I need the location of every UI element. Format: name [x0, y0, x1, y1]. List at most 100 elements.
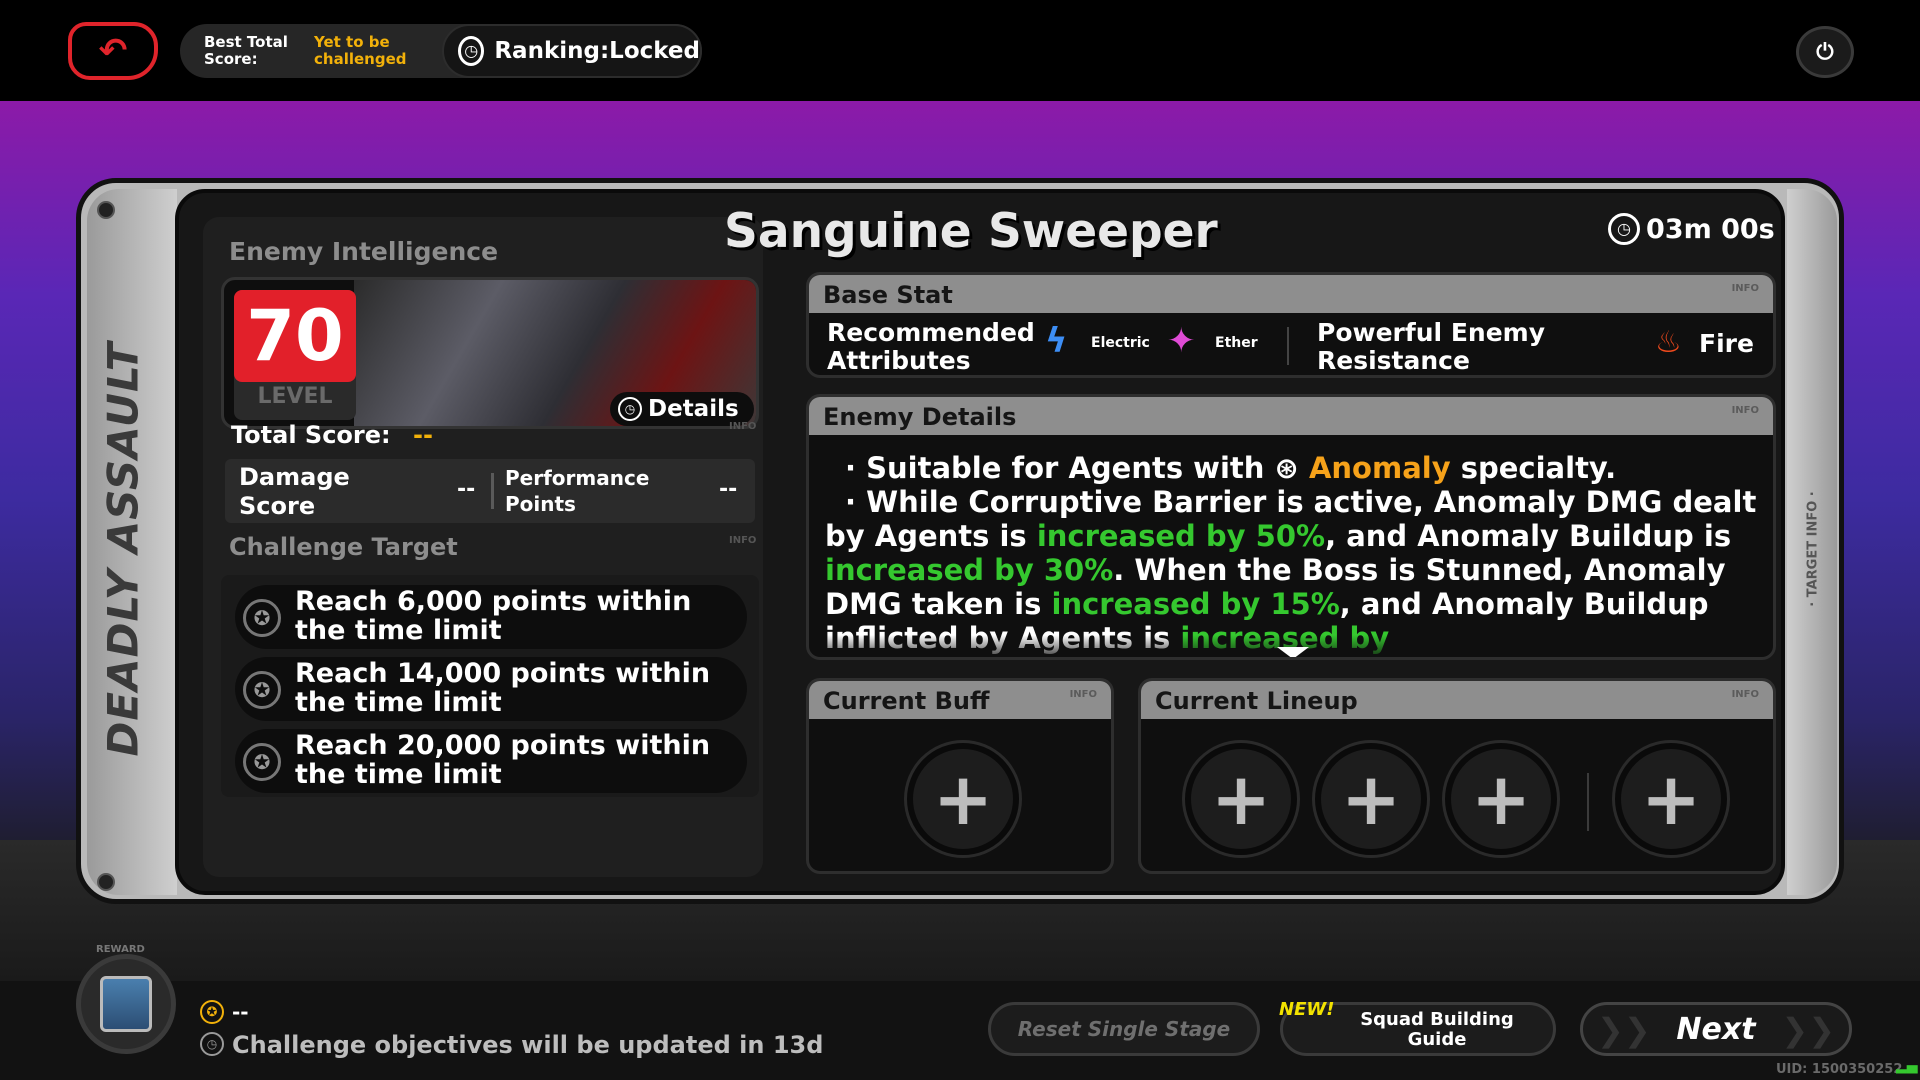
total-score-value: -- — [413, 421, 433, 449]
resistance-fire: Fire — [1699, 329, 1754, 358]
info-tag: INFO — [729, 535, 757, 546]
scroll-down-icon[interactable] — [1277, 647, 1309, 657]
performance-points-label: Performance Points — [505, 466, 650, 516]
challenge-target-item: ✪ Reach 20,000 points within the time li… — [235, 729, 747, 793]
reward-box-icon — [100, 976, 152, 1032]
level-number: 70 — [234, 290, 356, 382]
divider — [491, 473, 494, 509]
attribute-ether: Ether — [1215, 335, 1258, 351]
info-tag: INFO — [1731, 405, 1759, 416]
score-breakdown: Damage Score -- Performance Points -- — [225, 459, 755, 523]
time-limit: ◷ 03m 00s — [1608, 213, 1775, 245]
coin-icon: ✪ — [200, 1000, 224, 1024]
reset-single-stage-button[interactable]: Reset Single Stage — [988, 1002, 1260, 1056]
current-buff-panel: Current Buff INFO + — [806, 678, 1114, 874]
back-button[interactable]: ↶ — [68, 22, 158, 80]
detail-highlight: increased by 30% — [825, 553, 1114, 587]
star-medal-icon: ✪ — [243, 743, 281, 781]
reset-label: Reset Single Stage — [1017, 1017, 1231, 1041]
ranking-label: Ranking:Locked — [494, 38, 700, 64]
chevron-right-icon: ❯❯ — [1597, 1011, 1651, 1049]
current-buff-title: Current Buff — [823, 687, 990, 715]
divider — [1587, 773, 1589, 831]
challenge-target-item: ✪ Reach 14,000 points within the time li… — [235, 657, 747, 721]
detail-text-segment: Suitable for Agents with — [866, 451, 1265, 485]
update-notice-text: Challenge objectives will be updated in — [232, 1031, 765, 1059]
chevron-right-icon: ❯❯ — [1781, 1011, 1835, 1049]
bullet-icon: · — [845, 451, 857, 485]
best-total-score-value: Yet to be challenged — [314, 33, 407, 68]
enemy-intelligence-title: Enemy Intelligence — [229, 237, 499, 266]
current-lineup-header: Current Lineup INFO — [1141, 681, 1773, 719]
ranking-button[interactable]: ◷ Ranking:Locked — [442, 24, 702, 78]
damage-score-label: Damage Score — [239, 463, 350, 520]
clock-icon: ◷ — [200, 1032, 224, 1056]
timer-value: 03m 00s — [1646, 213, 1775, 245]
card-right-rail: · TARGET INFO · — [1787, 189, 1837, 895]
enemy-details-header: Enemy Details INFO — [809, 397, 1773, 435]
next-button[interactable]: ❯❯ Next ❯❯ — [1580, 1002, 1852, 1056]
challenge-target-text: Reach 20,000 points within the time limi… — [295, 730, 711, 790]
add-agent-slot-1[interactable]: + — [1185, 743, 1297, 855]
screw-icon — [97, 201, 115, 219]
add-buff-button[interactable]: + — [907, 743, 1019, 855]
update-notice-days: 13d — [772, 1031, 824, 1059]
attribute-electric: Electric — [1091, 335, 1150, 351]
add-agent-slot-3[interactable]: + — [1445, 743, 1557, 855]
uid-label: UID: 1500350252 — [1776, 1062, 1903, 1077]
challenge-target-item: ✪ Reach 6,000 points within the time lim… — [235, 585, 747, 649]
boss-name: Sanguine Sweeper — [724, 204, 1218, 259]
details-label: Details — [648, 396, 739, 422]
detail-highlight: increased by 15% — [1051, 587, 1340, 621]
reward-button[interactable] — [76, 954, 176, 1054]
enemy-details-text: · Suitable for Agents with ⊛ Anomaly spe… — [825, 451, 1765, 655]
current-lineup-panel: Current Lineup INFO + + + + — [1138, 678, 1776, 874]
new-badge: NEW! — [1279, 999, 1335, 1020]
top-bar: ↶ Best Total Score: Yet to be challenged… — [0, 0, 1920, 101]
bullet-icon: · — [845, 485, 857, 519]
detail-highlight: increased by 50% — [1036, 519, 1326, 553]
level-badge: 70 LEVEL — [234, 290, 356, 420]
exit-button[interactable]: ⏻ — [1796, 26, 1854, 78]
info-tag: INFO — [729, 421, 757, 432]
challenge-target-text: Reach 14,000 points within the time limi… — [295, 658, 711, 718]
info-tag: INFO — [1731, 689, 1759, 700]
level-label: LEVEL — [257, 384, 333, 409]
performance-points-value: -- — [719, 477, 738, 502]
ether-icon: ✦ — [1167, 321, 1196, 361]
enemy-details-title: Enemy Details — [823, 403, 1017, 431]
enemy-details-panel[interactable]: Enemy Details INFO · Suitable for Agents… — [806, 394, 1776, 660]
challenge-target-title: Challenge Target — [229, 533, 458, 561]
star-medal-icon: ✪ — [243, 671, 281, 709]
damage-score-value: -- — [457, 477, 476, 502]
base-stat-title: Base Stat — [823, 281, 953, 309]
add-agent-slot-2[interactable]: + — [1315, 743, 1427, 855]
signal-icon: ▂▄ — [1896, 1058, 1918, 1074]
current-buff-header: Current Buff INFO — [809, 681, 1111, 719]
fire-icon: ♨ — [1655, 325, 1682, 360]
recommended-attributes-label: Recommended Attributes — [827, 318, 1035, 375]
timer-icon: ◷ — [1608, 213, 1640, 245]
base-stat-panel: Base Stat INFO Recommended Attributes ϟ … — [806, 272, 1776, 378]
target-info-label: · TARGET INFO · — [1805, 491, 1821, 607]
enemy-portrait[interactable]: 70 LEVEL ◷ Details — [221, 277, 759, 429]
star-medal-icon: ✪ — [243, 599, 281, 637]
update-notice: Challenge objectives will be updated in … — [232, 1031, 823, 1059]
enemy-resistance-label: Powerful Enemy Resistance — [1317, 318, 1546, 375]
detail-highlight: Anomaly — [1308, 451, 1451, 485]
detail-bullet: · While Corruptive Barrier is active, An… — [825, 485, 1765, 655]
current-lineup-title: Current Lineup — [1155, 687, 1358, 715]
power-icon: ⏻ — [1816, 39, 1834, 65]
details-icon: ◷ — [618, 397, 642, 421]
anomaly-icon: ⊛ — [1274, 451, 1299, 485]
card-spine: DEADLY ASSAULT — [87, 189, 177, 895]
screw-icon — [97, 873, 115, 891]
add-bangboo-slot[interactable]: + — [1615, 743, 1727, 855]
info-tag: INFO — [1731, 283, 1759, 294]
squad-building-guide-button[interactable]: NEW! Squad Building Guide — [1279, 999, 1556, 1056]
next-label: Next — [1676, 1011, 1756, 1047]
detail-bullet: · Suitable for Agents with ⊛ Anomaly spe… — [825, 451, 1765, 485]
squad-guide-label: Squad Building Guide — [1360, 1009, 1514, 1050]
best-score-pill: Best Total Score: Yet to be challenged ◷… — [180, 24, 702, 78]
info-tag: INFO — [1069, 689, 1097, 700]
